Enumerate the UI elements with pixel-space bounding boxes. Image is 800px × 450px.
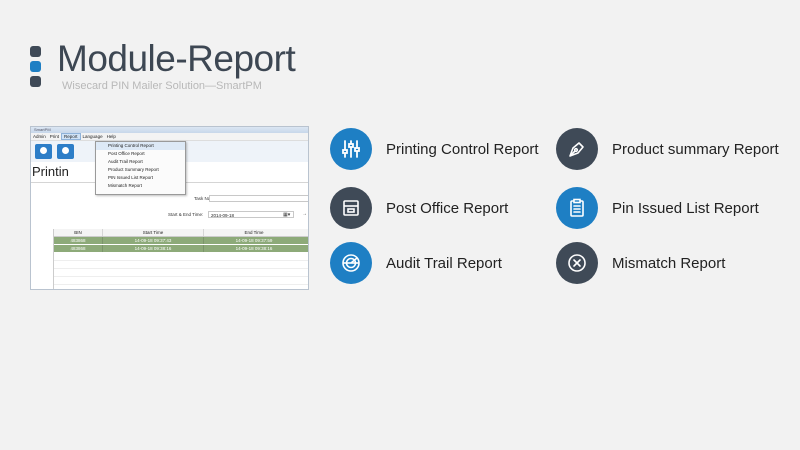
results-table: BIN Start Time End Time 483868 14-09-18 … (53, 229, 308, 289)
empty-row (54, 261, 308, 269)
clipboard-list-icon (556, 187, 598, 229)
calendar-icon[interactable]: ▦▾ (283, 212, 290, 218)
cell: 14-09-18 09:38:16 (102, 245, 203, 252)
report-label: Audit Trail Report (386, 254, 502, 272)
menu-report[interactable]: Report (61, 133, 81, 140)
date-label: Start & End Time: (168, 212, 204, 217)
table-row[interactable]: 483868 14-09-18 09:37:43 14-09-18 09:37:… (54, 237, 308, 245)
report-dropdown-menu: Printing Control Report Post Office Repo… (95, 141, 186, 195)
app-page-title: Printin (32, 164, 69, 179)
menu-print[interactable]: Print (48, 133, 61, 140)
bullet-blue (30, 61, 41, 72)
menu-item-audit-trail[interactable]: Audit Trail Report (96, 158, 185, 166)
report-label: Printing Control Report (386, 140, 539, 158)
col-end-time[interactable]: End Time (203, 229, 304, 236)
menu-item-post-office[interactable]: Post Office Report (96, 150, 185, 158)
cell: 483868 (70, 246, 86, 251)
menu-help[interactable]: Help (105, 133, 118, 140)
menu-item-product-summary[interactable]: Product Summary Report (96, 166, 185, 174)
empty-row (54, 269, 308, 277)
users-icon[interactable] (35, 144, 52, 159)
page-subtitle: Wisecard PIN Mailer Solution—SmartPM (62, 80, 262, 92)
page-title: Module-Report (57, 38, 296, 79)
sliders-icon (330, 128, 372, 170)
report-printing-control[interactable]: Printing Control Report (330, 128, 539, 170)
empty-row (54, 277, 308, 285)
window-title: SmartPM (34, 127, 51, 132)
x-circle-icon (556, 242, 598, 284)
menu-admin[interactable]: Admin (31, 133, 48, 140)
empty-row (54, 253, 308, 261)
menu-item-pin-issued[interactable]: PIN Issued List Report (96, 174, 185, 182)
cell: 14-09-18 09:37:43 (102, 237, 203, 244)
col-bin[interactable]: BIN (54, 229, 102, 236)
report-product-summary[interactable]: Product summary Report (556, 128, 779, 170)
cell: 14-09-18 09:38:16 (203, 245, 304, 252)
report-audit-trail[interactable]: Audit Trail Report (330, 242, 502, 284)
bullet-dark (30, 76, 41, 87)
table-header: BIN Start Time End Time (54, 229, 308, 237)
arrow-icon[interactable]: → (302, 211, 307, 217)
table-row[interactable]: 483868 14-09-18 09:38:16 14-09-18 09:38:… (54, 245, 308, 253)
date-input[interactable]: 2014-09-18 (208, 211, 294, 218)
col-start-time[interactable]: Start Time (102, 229, 203, 236)
menu-item-printing-control[interactable]: Printing Control Report (96, 142, 185, 150)
menu-item-mismatch[interactable]: Mismatch Report (96, 182, 185, 190)
cell: 14-09-18 09:37:59 (203, 237, 304, 244)
menu-language[interactable]: Language (81, 133, 105, 140)
bullet-dark (30, 46, 41, 57)
report-label: Mismatch Report (612, 254, 726, 272)
report-label: Post Office Report (386, 199, 509, 217)
cell: 483868 (70, 238, 86, 243)
app-screenshot: SmartPM Admin Print Report Language Help… (30, 126, 309, 290)
pen-nib-icon (556, 128, 598, 170)
report-label: Pin Issued List Report (612, 199, 759, 217)
title-bullets (30, 46, 42, 91)
radar-icon (330, 242, 372, 284)
report-pin-issued[interactable]: Pin Issued List Report (556, 187, 759, 229)
report-post-office[interactable]: Post Office Report (330, 187, 508, 229)
task-name-input[interactable] (209, 195, 308, 202)
report-mismatch[interactable]: Mismatch Report (556, 242, 725, 284)
menu-bar: Admin Print Report Language Help (31, 133, 308, 141)
mailbox-icon (330, 187, 372, 229)
report-label: Product summary Report (612, 140, 779, 158)
print-icon[interactable] (57, 144, 74, 159)
